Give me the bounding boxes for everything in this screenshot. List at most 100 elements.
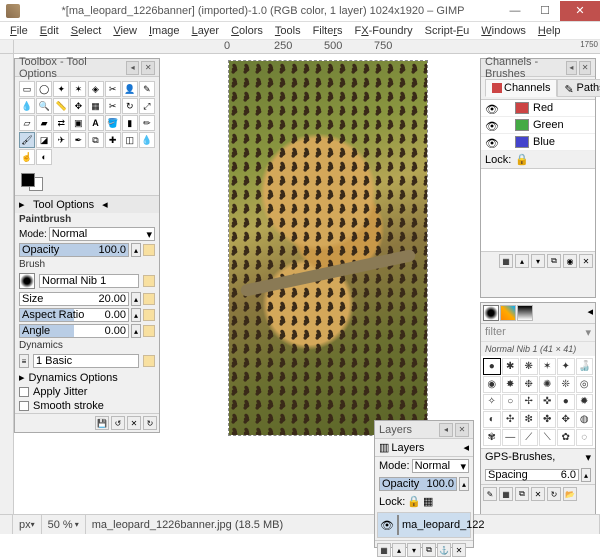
measure-tool[interactable]: 📏: [53, 98, 69, 114]
raise-channel-icon[interactable]: ▴: [515, 254, 529, 268]
eye-icon[interactable]: 👁: [380, 519, 394, 532]
delete-preset-icon[interactable]: ✕: [127, 416, 141, 430]
delete-channel-icon[interactable]: ✕: [579, 254, 593, 268]
lock-pixels-icon[interactable]: 🔒: [407, 495, 421, 508]
brush-item[interactable]: ◌: [576, 429, 594, 446]
angle-spin[interactable]: ▴: [131, 324, 141, 338]
brush-item[interactable]: ◎: [576, 376, 594, 393]
paths-tool[interactable]: ✎: [139, 81, 155, 97]
menu-layer[interactable]: Layer: [186, 25, 226, 37]
menu-select[interactable]: Select: [65, 25, 108, 37]
cage-tool[interactable]: ▣: [70, 115, 86, 131]
angle-reset-icon[interactable]: [143, 325, 155, 337]
dynamics-select[interactable]: 1 Basic: [33, 354, 139, 368]
color-picker-tool[interactable]: 💧: [19, 98, 35, 114]
text-tool[interactable]: A: [88, 115, 104, 131]
color-select-tool[interactable]: ◈: [88, 81, 104, 97]
menu-file[interactable]: File: [4, 25, 34, 37]
spacing-spin[interactable]: ▴: [581, 468, 591, 482]
brush-item[interactable]: ✸: [502, 376, 520, 393]
tab-layers[interactable]: ▥Layers◂: [375, 439, 473, 457]
menu-image[interactable]: Image: [143, 25, 186, 37]
brush-item[interactable]: ✥: [557, 411, 575, 428]
brush-item[interactable]: ❇: [520, 411, 538, 428]
new-channel-icon[interactable]: ▦: [499, 254, 513, 268]
brush-item[interactable]: ◉: [483, 376, 501, 393]
size-slider[interactable]: Size20.00: [19, 292, 129, 306]
unit-select[interactable]: px▾: [13, 515, 42, 534]
crop-tool[interactable]: ✂: [105, 98, 121, 114]
image-canvas[interactable]: [228, 60, 428, 436]
brush-item[interactable]: ❉: [520, 376, 538, 393]
lock-alpha-icon[interactable]: ▦: [423, 495, 433, 508]
tab-menu-icon[interactable]: ◂: [102, 198, 108, 211]
menu-filters[interactable]: Filters: [307, 25, 349, 37]
dynamics-edit-icon[interactable]: [143, 355, 155, 367]
brush-item[interactable]: —: [502, 429, 520, 446]
tool-options-tab[interactable]: ▸ Tool Options ◂: [15, 196, 159, 213]
brush-item[interactable]: ⟍: [539, 429, 557, 446]
brush-filter[interactable]: filter▾: [481, 324, 595, 342]
restore-preset-icon[interactable]: ↺: [111, 416, 125, 430]
tab-gradients[interactable]: [517, 305, 533, 321]
raise-layer-icon[interactable]: ▴: [392, 543, 406, 557]
rect-select-tool[interactable]: ▭: [19, 81, 35, 97]
layer-opacity-slider[interactable]: Opacity100.0: [379, 477, 457, 491]
panel-menu-icon[interactable]: ◂: [566, 61, 578, 75]
bucket-fill-tool[interactable]: 🪣: [105, 115, 121, 131]
menu-windows[interactable]: Windows: [475, 25, 532, 37]
perspective-tool[interactable]: ▰: [36, 115, 52, 131]
size-reset-icon[interactable]: [143, 293, 155, 305]
menu-scriptfu[interactable]: Script-Fu: [419, 25, 476, 37]
panel-close-icon[interactable]: ✕: [141, 61, 155, 75]
foreground-select-tool[interactable]: 👤: [122, 81, 138, 97]
dup-brush-icon[interactable]: ⧉: [515, 487, 529, 501]
smooth-stroke-check[interactable]: Smooth stroke: [15, 399, 159, 413]
brush-item[interactable]: ●: [483, 358, 501, 375]
tab-menu-icon[interactable]: ◂: [463, 441, 469, 454]
fuzzy-select-tool[interactable]: ✶: [70, 81, 86, 97]
maximize-button[interactable]: ☐: [530, 1, 560, 21]
eye-icon[interactable]: 👁: [485, 137, 497, 147]
brush-item[interactable]: ◍: [576, 411, 594, 428]
perspective-clone-tool[interactable]: ◫: [122, 132, 138, 148]
brush-preview-icon[interactable]: [19, 273, 35, 289]
panel-menu-icon[interactable]: ◂: [126, 61, 140, 75]
menu-view[interactable]: View: [107, 25, 143, 37]
brush-item[interactable]: ✾: [483, 429, 501, 446]
zoom-select[interactable]: 50 %▾: [42, 515, 86, 534]
channel-blue[interactable]: 👁Blue: [481, 134, 595, 151]
tab-paths[interactable]: ✎Paths: [557, 79, 600, 97]
delete-layer-icon[interactable]: ✕: [452, 543, 466, 557]
lower-layer-icon[interactable]: ▾: [407, 543, 421, 557]
lasso-tool[interactable]: ✦: [53, 81, 69, 97]
aspect-reset-icon[interactable]: [143, 309, 155, 321]
brush-item[interactable]: ✺: [539, 376, 557, 393]
panel-menu-icon[interactable]: ◂: [439, 423, 453, 437]
flip-tool[interactable]: ⇄: [53, 115, 69, 131]
brush-item[interactable]: ⟋: [520, 429, 538, 446]
dodge-burn-tool[interactable]: ◐: [36, 149, 52, 165]
reset-preset-icon[interactable]: ↻: [143, 416, 157, 430]
brush-item[interactable]: ✦: [557, 358, 575, 375]
lower-channel-icon[interactable]: ▾: [531, 254, 545, 268]
eraser-tool[interactable]: ◪: [36, 132, 52, 148]
delete-brush-icon[interactable]: ✕: [531, 487, 545, 501]
clone-tool[interactable]: ⧉: [88, 132, 104, 148]
paintbrush-tool[interactable]: 🖌: [19, 132, 35, 148]
vertical-ruler[interactable]: [0, 54, 14, 514]
anchor-layer-icon[interactable]: ⚓: [437, 543, 451, 557]
mode-select[interactable]: Normal▾: [49, 227, 155, 241]
lock-icon[interactable]: 🔒: [515, 153, 529, 166]
brush-item[interactable]: ❋: [520, 358, 538, 375]
edit-brush-icon[interactable]: ✎: [483, 487, 497, 501]
dynamics-icon[interactable]: ≡: [19, 354, 29, 368]
size-spin[interactable]: ▴: [131, 292, 141, 306]
menu-fxfoundry[interactable]: FX-Foundry: [349, 25, 419, 37]
panel-close-icon[interactable]: ✕: [579, 61, 591, 75]
blend-tool[interactable]: ▮: [122, 115, 138, 131]
new-brush-icon[interactable]: ▦: [499, 487, 513, 501]
brush-item[interactable]: ✣: [502, 411, 520, 428]
layer-mode-select[interactable]: Normal▾: [412, 459, 469, 473]
fg-bg-swatch[interactable]: [21, 173, 43, 191]
